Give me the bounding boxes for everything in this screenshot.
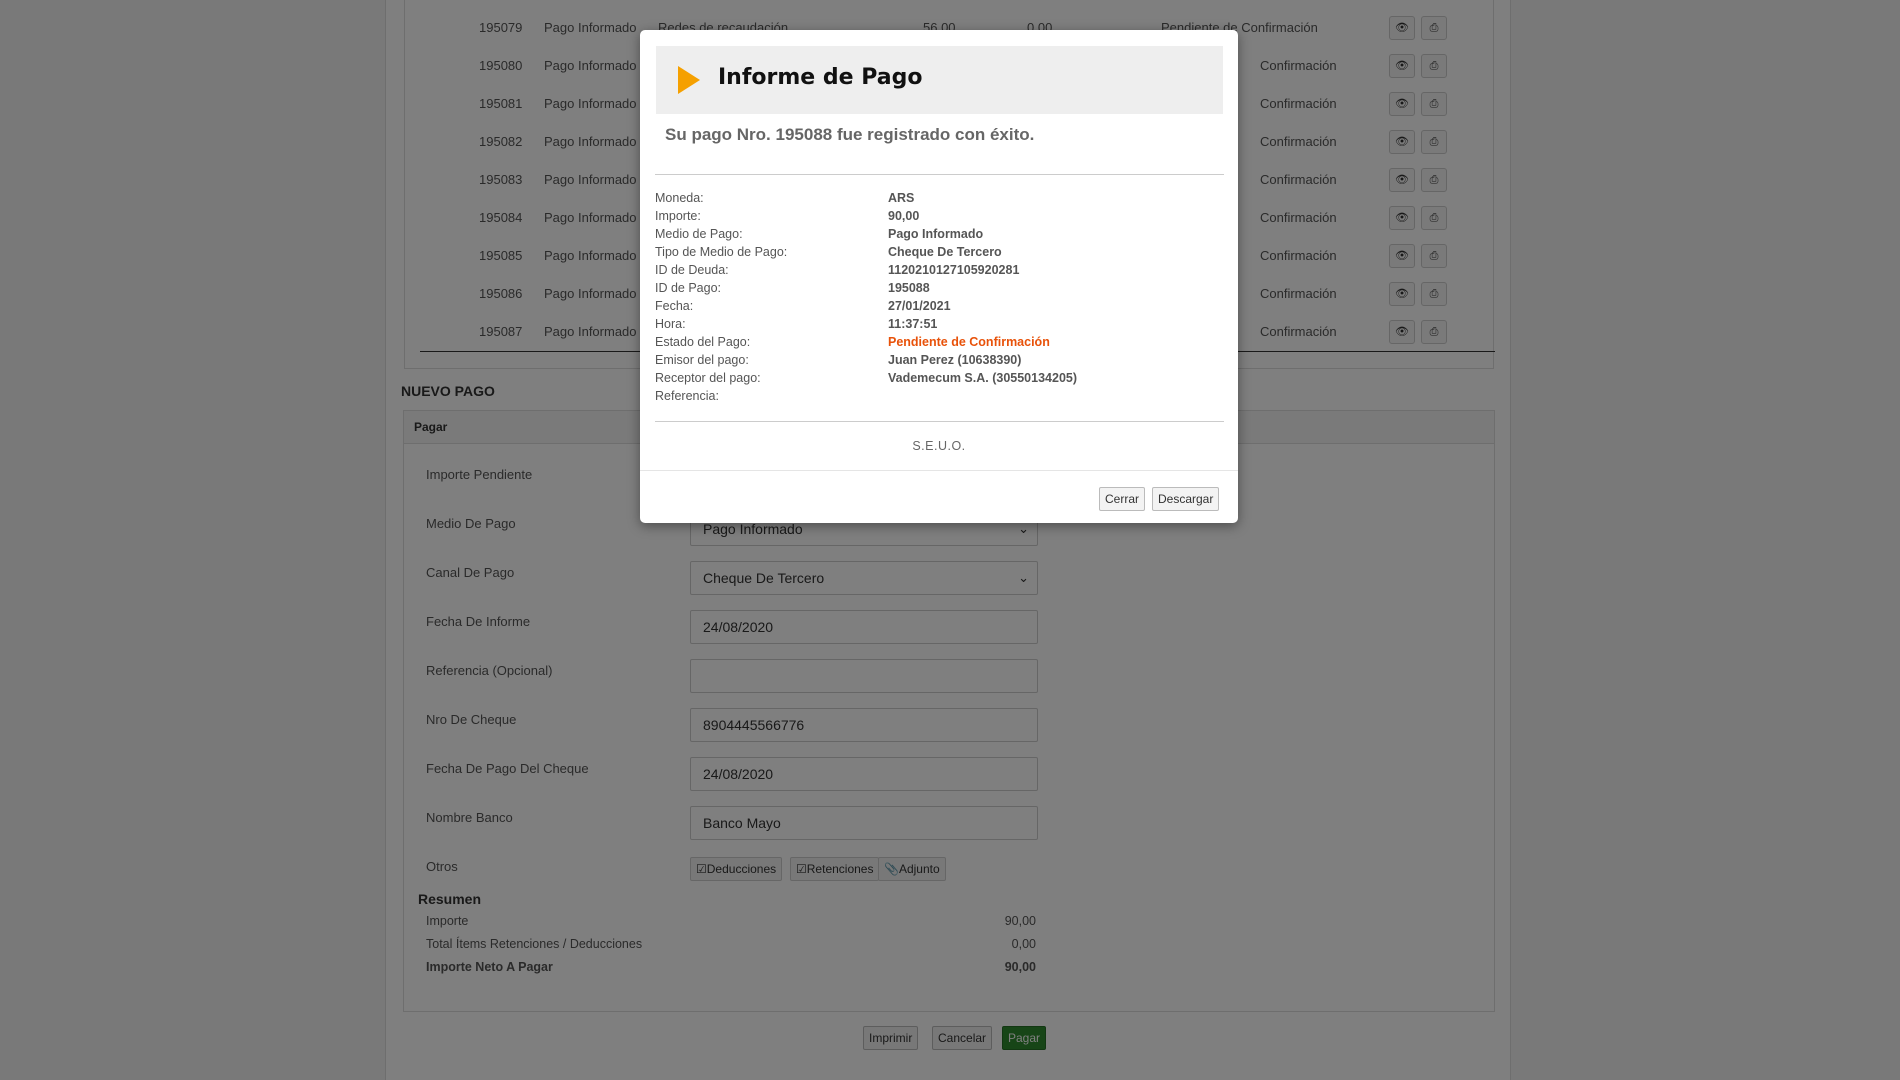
detail-row: Moneda: ARS: [655, 191, 1224, 209]
detail-row: Medio de Pago: Pago Informado: [655, 227, 1224, 245]
detail-label: Tipo de Medio de Pago:: [655, 245, 788, 259]
detail-label: Receptor del pago:: [655, 371, 761, 385]
success-message: Su pago Nro. 195088 fue registrado con é…: [665, 125, 1035, 144]
detail-row: Fecha: 27/01/2021: [655, 299, 1224, 317]
detail-label: Fecha:: [655, 299, 694, 313]
detail-value: 27/01/2021: [888, 299, 951, 313]
cerrar-button[interactable]: Cerrar: [1099, 487, 1146, 511]
detail-row: ID de Deuda: 1120210127105920281: [655, 263, 1224, 281]
divider: [655, 174, 1224, 175]
divider: [655, 421, 1224, 422]
detail-value: Vademecum S.A. (30550134205): [888, 371, 1078, 385]
detail-row: Referencia:: [655, 389, 1224, 407]
detail-value: Pago Informado: [888, 227, 984, 241]
detail-row: Receptor del pago: Vademecum S.A. (305501…: [655, 371, 1224, 389]
detail-label: Estado del Pago:: [655, 335, 751, 349]
arrow-right-icon: [678, 66, 700, 94]
detail-label: Referencia:: [655, 389, 719, 403]
detail-value: ARS: [888, 191, 915, 205]
detail-label: ID de Pago:: [655, 281, 722, 295]
detail-label: Moneda:: [655, 191, 704, 205]
dialog-header: Informe de Pago: [656, 46, 1223, 114]
detail-label: Hora:: [655, 317, 686, 331]
detail-value: 1120210127105920281: [888, 263, 1020, 277]
detail-value: Juan Perez (10638390): [888, 353, 1022, 367]
detail-value: 90,00: [888, 209, 920, 223]
detail-label: Medio de Pago:: [655, 227, 743, 241]
detail-value: Cheque De Tercero: [888, 245, 1002, 259]
footer-note: S.E.U.O.: [912, 439, 966, 453]
descargar-button[interactable]: Descargar: [1152, 487, 1220, 511]
detail-label: ID de Deuda:: [655, 263, 729, 277]
detail-row: ID de Pago: 195088: [655, 281, 1224, 299]
detail-value: 11:37:51: [888, 317, 938, 331]
detail-value: 195088: [888, 281, 930, 295]
divider: [640, 470, 1238, 471]
detail-row: Tipo de Medio de Pago: Cheque De Tercero: [655, 245, 1224, 263]
detail-row: Hora: 11:37:51: [655, 317, 1224, 335]
detail-label: Emisor del pago:: [655, 353, 749, 367]
detail-label: Importe:: [655, 209, 701, 223]
detail-row: Estado del Pago: Pendiente de Confirmació…: [655, 335, 1224, 353]
dialog-title: Informe de Pago: [718, 65, 923, 90]
payment-report-dialog: Informe de Pago Su pago Nro. 195088 fue …: [640, 30, 1238, 523]
status-value: Pendiente de Confirmación: [888, 335, 1050, 349]
payment-details: Moneda: ARS Importe: 90,00 Medio de Pago: P…: [655, 191, 1224, 407]
detail-row: Importe: 90,00: [655, 209, 1224, 227]
detail-row: Emisor del pago: Juan Perez (10638390): [655, 353, 1224, 371]
